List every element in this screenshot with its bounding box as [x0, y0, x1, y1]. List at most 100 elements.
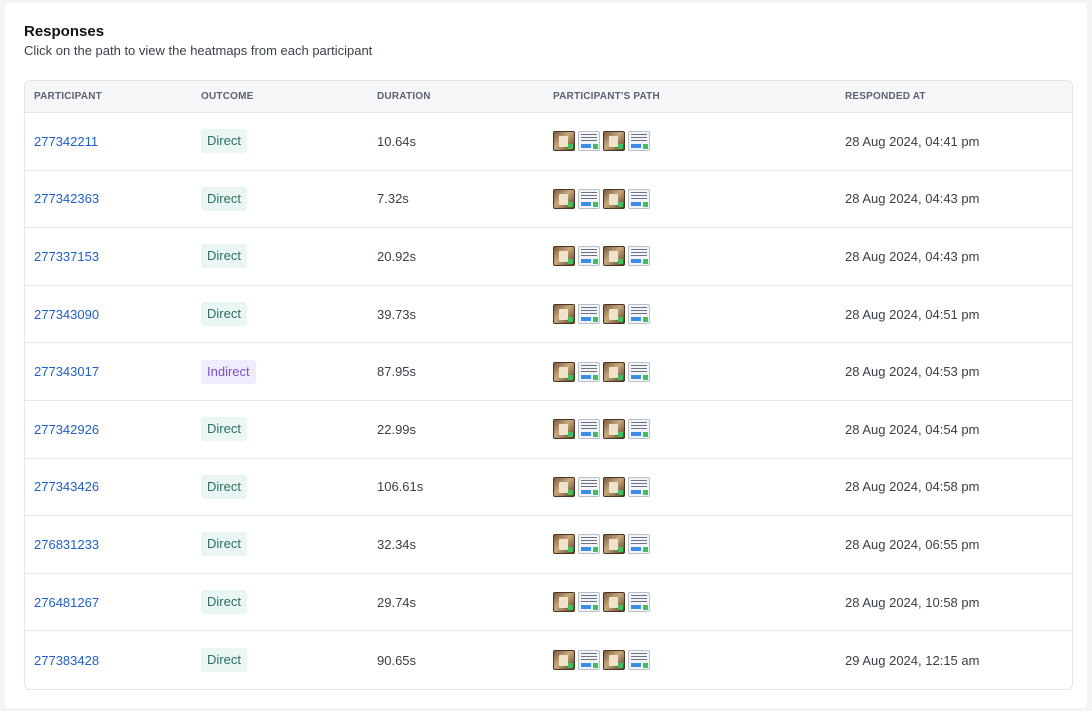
participant-link[interactable]: 277342926 — [34, 422, 99, 437]
participant-path[interactable] — [553, 131, 845, 152]
participant-link[interactable]: 277337153 — [34, 249, 99, 264]
participant-link[interactable]: 276831233 — [34, 537, 99, 552]
participant-path[interactable] — [553, 592, 845, 613]
path-screen-thumbnail[interactable] — [578, 592, 600, 613]
thumbnail-button-mark — [631, 317, 641, 322]
path-screen-thumbnail[interactable] — [553, 246, 575, 267]
thumbnail-status-dot — [643, 663, 648, 669]
path-cell — [553, 304, 845, 325]
thumbnail-status-dot — [593, 432, 598, 438]
path-screen-thumbnail[interactable] — [603, 188, 625, 209]
path-screen-thumbnail[interactable] — [578, 246, 600, 267]
path-screen-thumbnail[interactable] — [578, 534, 600, 555]
thumbnail-button-mark — [631, 259, 641, 264]
responded-at-cell: 28 Aug 2024, 04:53 pm — [845, 364, 980, 380]
outcome-badge: Direct — [201, 244, 247, 269]
path-screen-thumbnail[interactable] — [628, 131, 650, 152]
thumbnail-status-dot — [568, 605, 573, 611]
path-screen-thumbnail[interactable] — [578, 131, 600, 152]
participant-link[interactable]: 277342363 — [34, 191, 99, 206]
participant-path[interactable] — [553, 361, 845, 382]
duration-cell: 106.61s — [377, 479, 424, 495]
thumbnail-button-mark — [631, 432, 641, 437]
thumbnail-status-dot — [593, 259, 598, 265]
thumbnail-button-mark — [581, 605, 591, 610]
participant-link[interactable]: 277383428 — [34, 653, 99, 668]
path-screen-thumbnail[interactable] — [578, 361, 600, 382]
path-screen-thumbnail[interactable] — [603, 419, 625, 440]
duration-cell: 90.65s — [377, 652, 417, 668]
path-screen-thumbnail[interactable] — [603, 534, 625, 555]
path-screen-thumbnail[interactable] — [553, 361, 575, 382]
path-screen-thumbnail[interactable] — [578, 419, 600, 440]
path-screen-thumbnail[interactable] — [628, 246, 650, 267]
participant-link[interactable]: 277343017 — [34, 364, 99, 379]
participant-path[interactable] — [553, 419, 845, 440]
path-screen-thumbnail[interactable] — [603, 592, 625, 613]
thumbnail-status-dot — [618, 663, 623, 669]
path-screen-thumbnail[interactable] — [603, 476, 625, 497]
participant-path[interactable] — [553, 476, 845, 497]
participant-cell: 277342926 — [25, 422, 201, 437]
outcome-badge: Direct — [201, 532, 247, 557]
participant-path[interactable] — [553, 534, 845, 555]
outcome-badge: Direct — [201, 590, 247, 615]
thumbnail-status-dot — [568, 489, 573, 495]
participant-link[interactable]: 277342211 — [34, 134, 98, 149]
path-screen-thumbnail[interactable] — [553, 476, 575, 497]
path-screen-thumbnail[interactable] — [628, 188, 650, 209]
participant-link[interactable]: 277343090 — [34, 307, 99, 322]
path-screen-thumbnail[interactable] — [553, 131, 575, 152]
path-screen-thumbnail[interactable] — [578, 188, 600, 209]
path-screen-thumbnail[interactable] — [628, 650, 650, 671]
path-screen-thumbnail[interactable] — [628, 476, 650, 497]
path-screen-thumbnail[interactable] — [553, 419, 575, 440]
thumbnail-status-dot — [643, 144, 648, 150]
path-screen-thumbnail[interactable] — [603, 246, 625, 267]
thumbnail-status-dot — [643, 259, 648, 265]
participant-cell: 277343090 — [25, 307, 201, 322]
outcome-cell: Direct — [201, 590, 377, 615]
path-screen-thumbnail[interactable] — [628, 592, 650, 613]
path-screen-thumbnail[interactable] — [578, 476, 600, 497]
thumbnail-status-dot — [568, 663, 573, 669]
table-row: 277343090 Direct 39.73s 28 Aug 2024, 04:51 … — [25, 286, 1072, 344]
outcome-cell: Indirect — [201, 359, 377, 384]
thumbnail-status-dot — [568, 201, 573, 207]
participant-cell: 276481267 — [25, 595, 201, 610]
path-screen-thumbnail[interactable] — [628, 534, 650, 555]
path-screen-thumbnail[interactable] — [553, 188, 575, 209]
path-screen-thumbnail[interactable] — [628, 361, 650, 382]
path-screen-thumbnail[interactable] — [603, 304, 625, 325]
responded-at-cell: 28 Aug 2024, 04:41 pm — [845, 133, 980, 149]
path-screen-thumbnail[interactable] — [628, 304, 650, 325]
participant-path[interactable] — [553, 304, 845, 325]
duration-cell: 87.95s — [377, 364, 417, 380]
path-screen-thumbnail[interactable] — [578, 650, 600, 671]
responses-header: Responses Click on the path to view the … — [24, 22, 372, 60]
path-screen-thumbnail[interactable] — [553, 304, 575, 325]
path-screen-thumbnail[interactable] — [553, 534, 575, 555]
table-body: 277342211 Direct 10.64s 28 Aug 2024, 04:41 … — [25, 113, 1072, 689]
participant-link[interactable]: 277343426 — [34, 479, 99, 494]
participant-link[interactable]: 276481267 — [34, 595, 99, 610]
duration-cell: 20.92s — [377, 248, 417, 264]
path-screen-thumbnail[interactable] — [603, 131, 625, 152]
participant-path[interactable] — [553, 188, 845, 209]
thumbnail-status-dot — [593, 663, 598, 669]
path-screen-thumbnail[interactable] — [553, 650, 575, 671]
path-screen-thumbnail[interactable] — [578, 304, 600, 325]
thumbnail-button-mark — [581, 259, 591, 264]
path-screen-thumbnail[interactable] — [603, 361, 625, 382]
path-screen-thumbnail[interactable] — [553, 592, 575, 613]
responded-at-cell: 28 Aug 2024, 04:51 pm — [845, 306, 980, 322]
path-screen-thumbnail[interactable] — [603, 650, 625, 671]
path-cell — [553, 650, 845, 671]
thumbnail-status-dot — [618, 374, 623, 380]
thumbnail-status-dot — [568, 144, 573, 150]
participant-path[interactable] — [553, 650, 845, 671]
participant-path[interactable] — [553, 246, 845, 267]
path-screen-thumbnail[interactable] — [628, 419, 650, 440]
duration-cell: 39.73s — [377, 306, 417, 322]
thumbnail-status-dot — [568, 317, 573, 323]
